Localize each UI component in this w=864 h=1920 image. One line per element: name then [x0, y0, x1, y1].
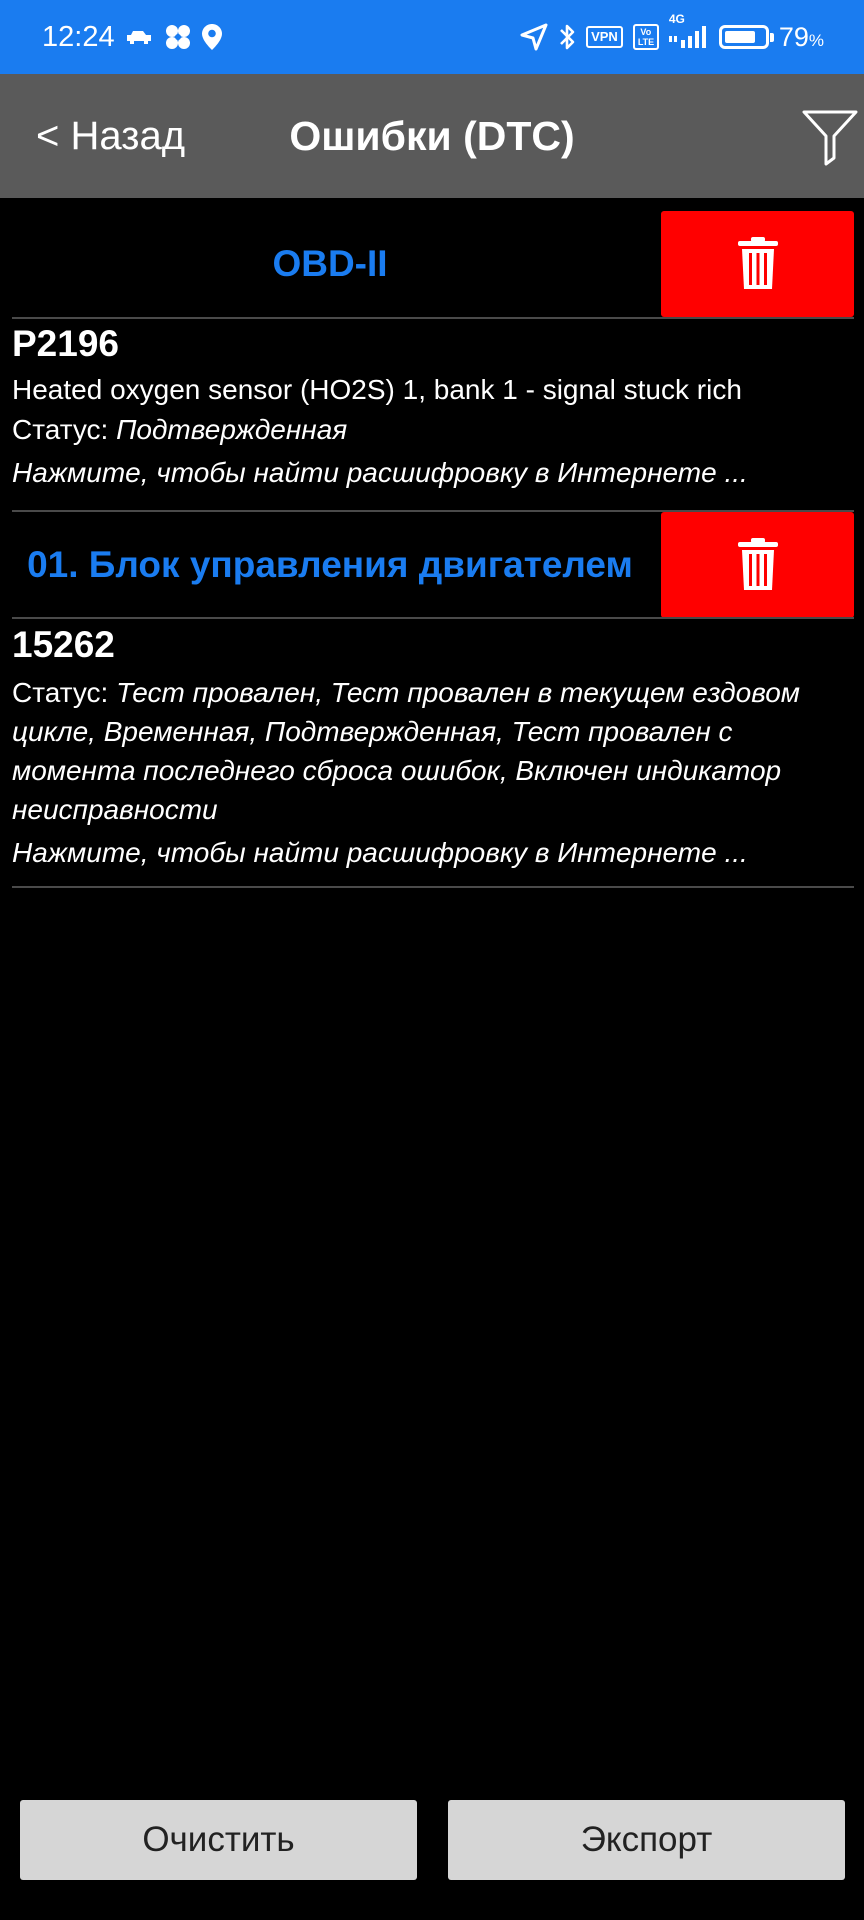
divider: [12, 317, 854, 319]
dtc-status-value: Тест провален, Тест провален в текущем е…: [12, 677, 800, 825]
app-header: < Назад Ошибки (DTC): [0, 74, 864, 198]
dtc-status: Статус: Тест провален, Тест провален в т…: [12, 673, 854, 829]
group-title: 01. Блок управления двигателем: [27, 544, 633, 585]
fan-icon: [165, 24, 191, 50]
dtc-status-value: Подтвержденная: [116, 414, 348, 445]
dtc-lookup-link[interactable]: Нажмите, чтобы найти расшифровку в Интер…: [12, 453, 854, 493]
navigation-arrow-icon: [520, 23, 548, 51]
filter-button[interactable]: [800, 102, 860, 168]
dtc-code: P2196: [12, 323, 119, 364]
dtc-lookup-link[interactable]: Нажмите, чтобы найти расшифровку в Интер…: [12, 833, 854, 873]
dtc-item[interactable]: P2196 Heated oxygen sensor (HO2S) 1, ban…: [12, 322, 854, 493]
trash-icon: [737, 237, 778, 289]
group-title: OBD-II: [272, 243, 388, 284]
trash-icon: [737, 538, 778, 590]
dtc-code: 15262: [12, 624, 115, 665]
dtc-status-label: Статус:: [12, 414, 117, 445]
back-button[interactable]: < Назад: [36, 74, 185, 198]
clock: 12:24: [42, 20, 115, 53]
filter-icon: [802, 110, 858, 166]
bluetooth-icon: [558, 22, 576, 52]
delete-group-button[interactable]: [661, 211, 854, 317]
clear-button[interactable]: Очистить: [20, 1800, 417, 1880]
battery-level-fill: [724, 31, 755, 43]
volte-icon: Vo LTE: [632, 24, 659, 50]
divider: [12, 617, 854, 619]
status-bar: 12:24 VPN Vo LTE 4G 79%: [0, 0, 864, 74]
dtc-description: Heated oxygen sensor (HO2S) 1, bank 1 - …: [12, 374, 742, 405]
dtc-status: Статус: Подтвержденная: [12, 410, 854, 449]
group-header-obd2: OBD-II: [0, 211, 864, 317]
export-button[interactable]: Экспорт: [448, 1800, 845, 1880]
group-header-engine-ecu: 01. Блок управления двигателем: [0, 512, 864, 618]
dtc-item[interactable]: 15262 Статус: Тест провален, Тест провал…: [12, 623, 854, 873]
location-pin-icon: [201, 23, 223, 51]
divider: [12, 886, 854, 888]
vpn-icon: VPN: [586, 26, 623, 48]
battery-percent: 79%: [778, 21, 824, 52]
battery-icon: [718, 25, 774, 49]
network-type-label: 4G: [668, 12, 685, 26]
car-icon: [125, 27, 155, 47]
dtc-status-label: Статус:: [12, 677, 117, 708]
delete-group-button[interactable]: [661, 512, 854, 618]
signal-icon: 4G: [668, 12, 709, 50]
